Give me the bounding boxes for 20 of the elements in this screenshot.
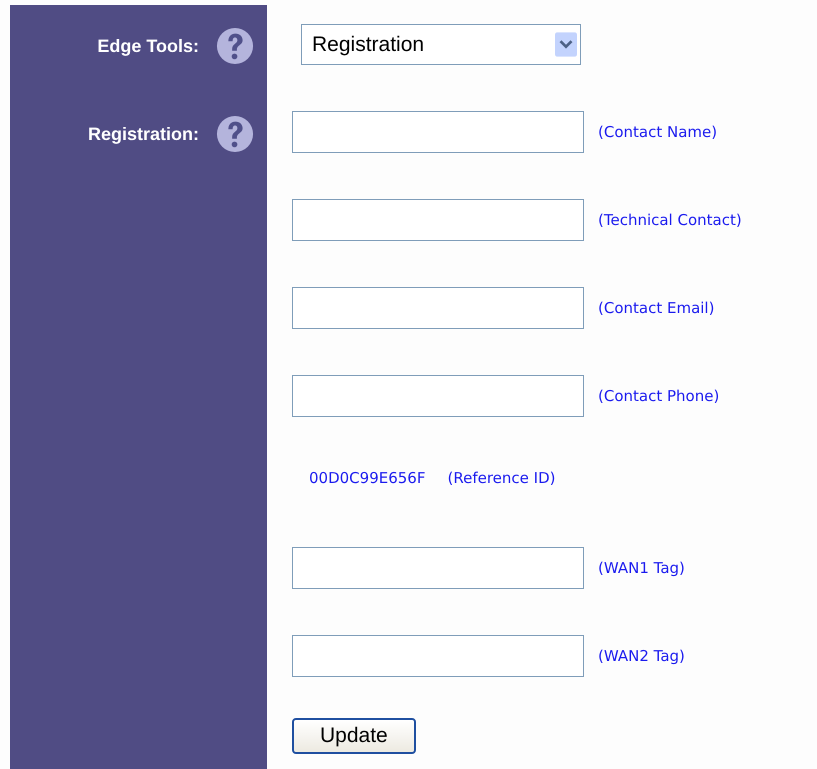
input-field[interactable]: [292, 635, 584, 677]
field-hint: (WAN2 Tag): [598, 647, 685, 665]
input-field[interactable]: [292, 199, 584, 241]
input-field[interactable]: [292, 111, 584, 153]
field-hint: (Contact Phone): [598, 387, 720, 405]
input-field[interactable]: [292, 375, 584, 417]
help-icon[interactable]: [216, 115, 254, 153]
input-field[interactable]: [292, 287, 584, 329]
update-button[interactable]: Update: [292, 718, 416, 754]
help-icon[interactable]: [216, 27, 254, 65]
reference-id-value: 00D0C99E656F: [309, 469, 426, 487]
field-hint: (Contact Email): [598, 299, 714, 317]
field-hint: (Technical Contact): [598, 211, 742, 229]
field-label: Registration:: [88, 124, 199, 144]
field-hint: (WAN1 Tag): [598, 559, 685, 577]
tool-dropdown[interactable]: Registration: [301, 24, 581, 65]
input-field[interactable]: [292, 547, 584, 589]
field-hint: (Contact Name): [598, 123, 718, 141]
field-label: Edge Tools:: [97, 36, 199, 56]
field-hint: (Reference ID): [447, 469, 556, 487]
